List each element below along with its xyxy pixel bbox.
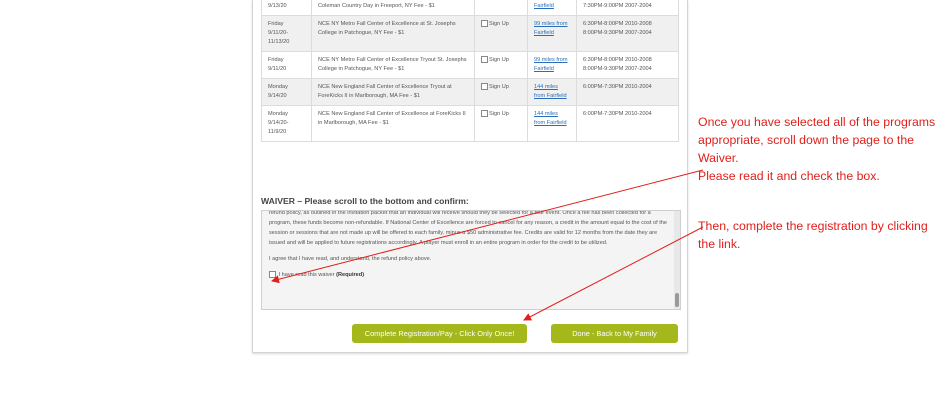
annotation-arrows: [271, 169, 704, 321]
arrow-to-complete-button: [523, 226, 704, 321]
arrow-to-waiver-checkbox: [271, 169, 704, 284]
